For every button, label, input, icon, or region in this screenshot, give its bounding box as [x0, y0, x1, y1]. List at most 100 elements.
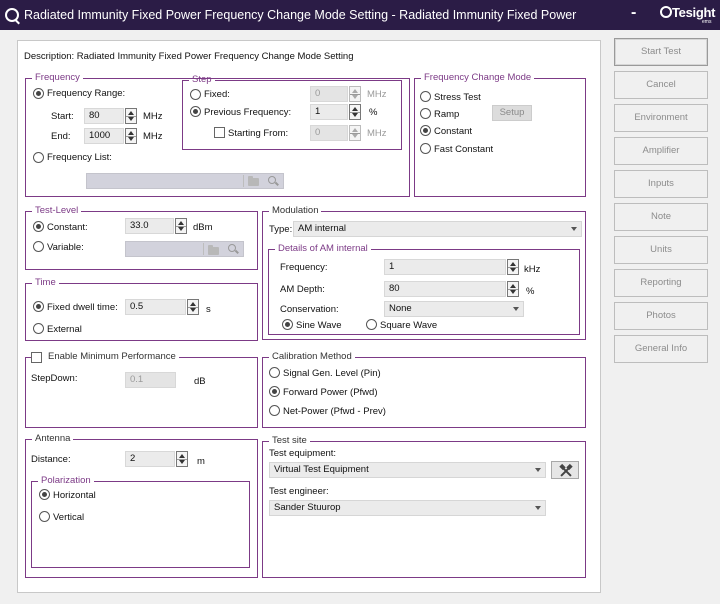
end-frequency-input[interactable]: 1000 [84, 128, 124, 144]
amplifier-button[interactable]: Amplifier [614, 137, 708, 165]
logo-subtext: ems [702, 19, 712, 25]
constant-radio[interactable] [420, 125, 431, 136]
fast-constant-radio[interactable] [420, 143, 431, 154]
stepdown-unit: dB [194, 376, 206, 387]
folder-icon[interactable] [248, 176, 259, 186]
step-previous-input[interactable]: 1 [310, 104, 348, 120]
frequency-list-label: Frequency List: [47, 152, 112, 163]
variable-search-icon[interactable] [228, 244, 236, 252]
modulation-type-select[interactable]: AM internal [293, 221, 582, 237]
ramp-label: Ramp [434, 109, 460, 120]
distance-input[interactable]: 2 [125, 451, 175, 467]
setup-button[interactable]: Setup [492, 105, 532, 121]
starting-from-unit: MHz [367, 128, 387, 139]
test-equipment-value: Virtual Test Equipment [274, 464, 369, 475]
square-wave-radio[interactable] [366, 319, 377, 330]
conservation-value: None [389, 303, 412, 314]
note-button[interactable]: Note [614, 203, 708, 231]
frequency-list-radio[interactable] [33, 152, 44, 163]
am-frequency-spinner[interactable] [507, 259, 519, 275]
minimize-button[interactable]: - [631, 5, 645, 22]
stepdown-label: StepDown: [31, 373, 78, 384]
test-level-constant-radio[interactable] [33, 221, 44, 232]
ramp-radio[interactable] [420, 108, 431, 119]
signal-gen-radio[interactable] [269, 367, 280, 378]
dwell-time-spinner[interactable] [187, 299, 199, 315]
tools-button[interactable] [551, 461, 579, 479]
step-fixed-radio[interactable] [190, 89, 201, 100]
stress-test-radio[interactable] [420, 91, 431, 102]
fixed-dwell-radio[interactable] [33, 301, 44, 312]
cancel-button[interactable]: Cancel [614, 71, 708, 99]
net-power-radio[interactable] [269, 405, 280, 416]
variable-level-path[interactable] [125, 241, 244, 257]
variable-folder-icon[interactable] [208, 245, 219, 255]
test-level-variable-radio[interactable] [33, 241, 44, 252]
test-level-legend: Test-Level [35, 205, 79, 216]
square-wave-label: Square Wave [380, 320, 438, 331]
test-level-spinner[interactable] [175, 218, 187, 234]
step-fixed-input[interactable]: 0 [310, 86, 348, 102]
frequency-legend: Frequency [35, 72, 80, 83]
am-depth-label: AM Depth: [280, 284, 325, 295]
stepdown-input[interactable]: 0.1 [125, 372, 176, 388]
frequency-range-radio[interactable] [33, 88, 44, 99]
fast-constant-label: Fast Constant [434, 144, 494, 155]
start-frequency-spinner[interactable] [125, 108, 137, 124]
environment-button[interactable]: Environment [614, 104, 708, 132]
general-info-button[interactable]: General Info [614, 335, 708, 363]
am-depth-input[interactable]: 80 [384, 281, 506, 297]
title-bar: Radiated Immunity Fixed Power Frequency … [0, 0, 720, 30]
start-unit: MHz [143, 111, 163, 122]
test-level-constant-input[interactable]: 33.0 [125, 218, 174, 234]
app-search-icon [5, 8, 19, 22]
test-engineer-chevron-icon [535, 506, 541, 510]
logo-ring-icon [660, 6, 672, 18]
vertical-radio[interactable] [39, 511, 50, 522]
dwell-time-unit: s [206, 304, 211, 315]
forward-power-label: Forward Power (Pfwd) [283, 387, 378, 398]
horizontal-radio[interactable] [39, 489, 50, 500]
search-icon[interactable] [268, 176, 276, 184]
reporting-button[interactable]: Reporting [614, 269, 708, 297]
end-frequency-spinner[interactable] [125, 128, 137, 144]
conservation-label: Conservation: [280, 304, 339, 315]
external-label: External [47, 324, 82, 335]
step-fixed-unit: MHz [367, 89, 387, 100]
units-button[interactable]: Units [614, 236, 708, 264]
start-frequency-input[interactable]: 80 [84, 108, 124, 124]
test-equipment-select[interactable]: Virtual Test Equipment [269, 462, 546, 478]
inputs-button[interactable]: Inputs [614, 170, 708, 198]
min-performance-checkbox[interactable] [31, 352, 42, 363]
start-test-button[interactable]: Start Test [614, 38, 708, 66]
min-performance-group: Enable Minimum Performance [25, 352, 258, 428]
external-radio[interactable] [33, 323, 44, 334]
step-fixed-spinner[interactable] [349, 86, 361, 102]
step-legend: Step [192, 74, 212, 85]
test-engineer-label: Test engineer: [269, 486, 329, 497]
am-frequency-input[interactable]: 1 [384, 259, 506, 275]
dwell-time-input[interactable]: 0.5 [125, 299, 186, 315]
sine-wave-radio[interactable] [282, 319, 293, 330]
starting-from-input[interactable]: 0 [310, 125, 348, 141]
end-unit: MHz [143, 131, 163, 142]
polarization-legend: Polarization [41, 475, 91, 486]
conservation-select[interactable]: None [384, 301, 524, 317]
starting-from-spinner[interactable] [349, 125, 361, 141]
step-previous-radio[interactable] [190, 106, 201, 117]
modulation-type-value: AM internal [298, 223, 347, 234]
tools-icon [559, 463, 573, 477]
net-power-label: Net-Power (Pfwd - Prev) [283, 406, 386, 417]
test-level-group: Test-Level [25, 206, 258, 270]
frequency-range-label: Frequency Range: [47, 88, 126, 99]
photos-button[interactable]: Photos [614, 302, 708, 330]
step-previous-spinner[interactable] [349, 104, 361, 120]
test-engineer-select[interactable]: Sander Stuurop [269, 500, 546, 516]
distance-label: Distance: [31, 454, 71, 465]
distance-spinner[interactable] [176, 451, 188, 467]
vertical-label: Vertical [53, 512, 85, 523]
modulation-type-label: Type: [269, 224, 293, 235]
forward-power-radio[interactable] [269, 386, 280, 397]
am-depth-spinner[interactable] [507, 281, 519, 297]
starting-from-checkbox[interactable] [214, 127, 225, 138]
